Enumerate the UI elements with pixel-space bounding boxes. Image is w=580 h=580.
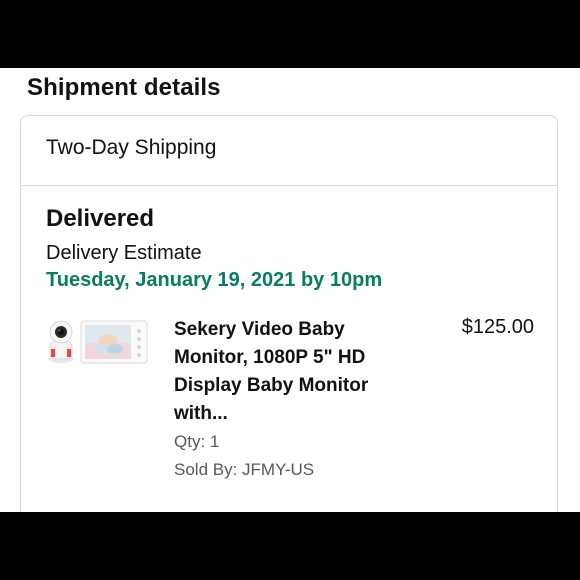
item-title-link[interactable]: Sekery Video Baby Monitor, 1080P 5" HD D… (174, 316, 414, 428)
order-screen: Shipment details Two-Day Shipping Delive… (0, 68, 580, 512)
delivery-status: Delivered (46, 205, 155, 232)
delivery-estimate-date: Tuesday, January 19, 2021 by 10pm (46, 269, 383, 291)
item-price: $125.00 (461, 316, 534, 338)
letterbox-top (0, 0, 580, 68)
shipment-card: Two-Day Shipping Delivered Delivery Esti… (20, 115, 558, 512)
baby-monitor-product-image[interactable] (45, 319, 149, 365)
item-sold-by: Sold By: JFMY-US (174, 460, 315, 479)
shipment-card-header: Two-Day Shipping (21, 116, 557, 186)
section-title: Shipment details (27, 74, 221, 101)
shipping-speed: Two-Day Shipping (46, 136, 217, 159)
item-quantity: Qty: 1 (174, 432, 220, 451)
letterbox-bottom (0, 512, 580, 580)
delivery-estimate-label: Delivery Estimate (46, 242, 202, 264)
baby-monitor-image-icon (48, 320, 148, 364)
